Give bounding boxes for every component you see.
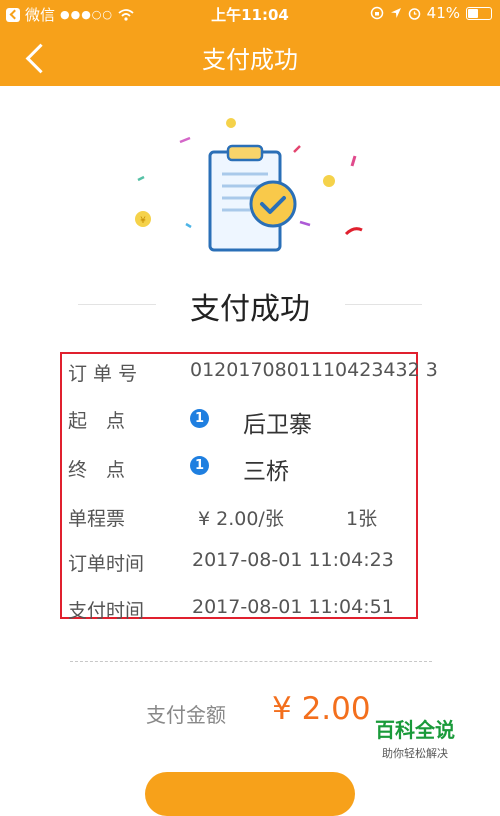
watermark-sub: 助你轻松解决 xyxy=(382,747,448,760)
watermark-logo: 百科全说 助你轻松解决 xyxy=(360,714,470,761)
alarm-icon xyxy=(408,7,420,20)
end-station-label: 终 点 xyxy=(68,459,126,481)
success-title: 支付成功 xyxy=(190,292,310,327)
order-number: 0120170801110423432 3 xyxy=(190,359,438,381)
svg-text:¥: ¥ xyxy=(140,216,146,226)
payment-success-illustration: ¥ xyxy=(135,118,363,252)
order-number-label: 订 单 号 xyxy=(68,363,138,385)
nav-bar: 支付成功 xyxy=(0,28,500,86)
start-station: 后卫寨 xyxy=(243,412,312,438)
dashed-divider xyxy=(70,661,432,662)
location-icon xyxy=(390,8,401,18)
payment-amount: ¥ 2.00 xyxy=(272,691,371,727)
order-time-label: 订单时间 xyxy=(68,553,145,575)
rotation-lock-icon xyxy=(370,6,383,20)
divider-right xyxy=(345,304,422,305)
start-station-label: 起 点 xyxy=(68,410,126,432)
status-right: 41% xyxy=(370,4,492,22)
ticket-quantity: 1张 xyxy=(346,508,378,530)
fare-price: ¥ 2.00/张 xyxy=(198,508,284,530)
line-badge-start: 1 xyxy=(190,409,209,428)
status-bar: 微信 ●●●○○ 上午11:04 41% xyxy=(0,0,500,28)
pay-time-label: 支付时间 xyxy=(68,600,145,622)
pay-time: 2017-08-01 11:04:51 xyxy=(192,596,394,618)
fare-label: 单程票 xyxy=(68,508,126,530)
watermark-main: 百科全说 xyxy=(375,718,455,742)
line-badge-end: 1 xyxy=(190,456,209,475)
order-time: 2017-08-01 11:04:23 xyxy=(192,549,394,571)
battery-percent: 41% xyxy=(426,4,460,22)
end-station: 三桥 xyxy=(243,459,289,485)
battery-icon xyxy=(466,6,492,20)
payment-amount-label: 支付金额 xyxy=(146,703,226,727)
page-title: 支付成功 xyxy=(202,46,298,74)
order-details-highlight xyxy=(60,352,418,619)
bottom-action-button[interactable] xyxy=(145,772,355,816)
